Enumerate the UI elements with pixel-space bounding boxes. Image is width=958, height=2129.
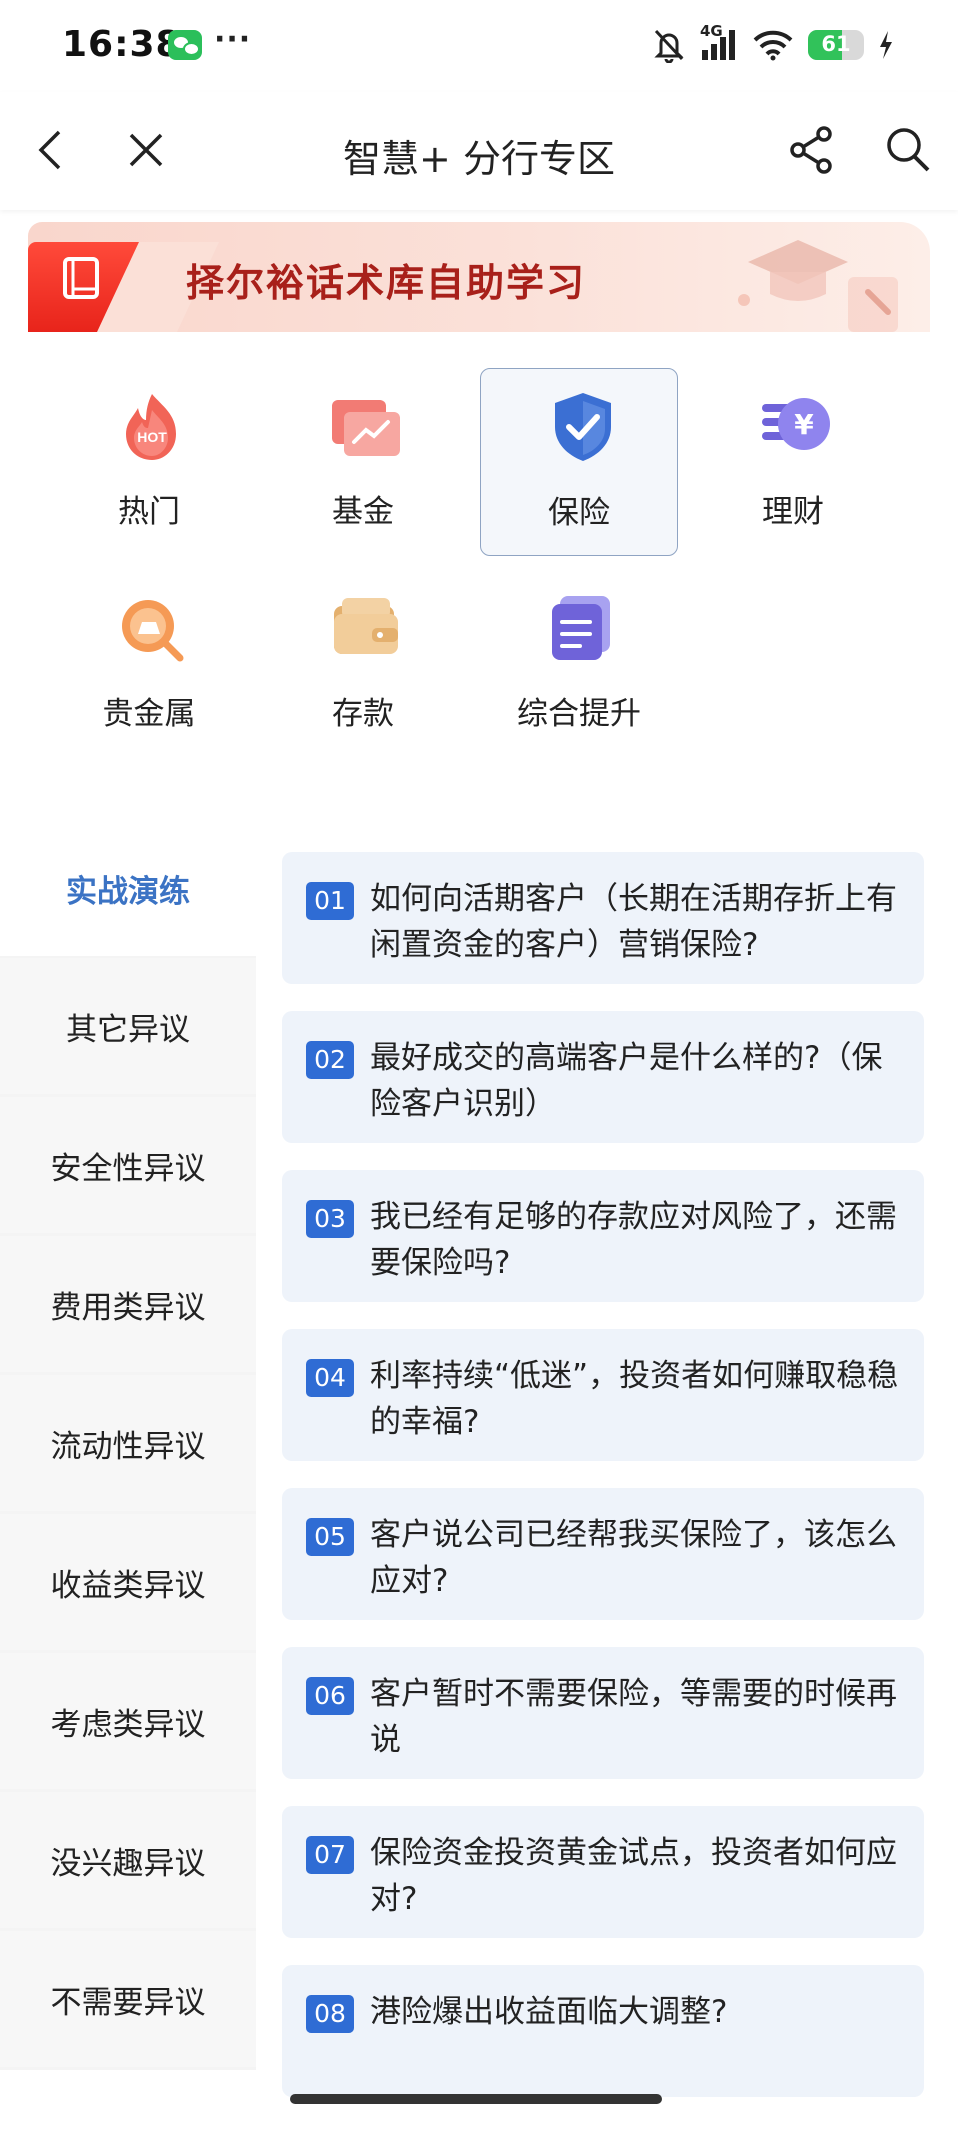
question-text: 客户说公司已经帮我买保险了，该怎么应对? bbox=[370, 1517, 897, 1599]
search-button[interactable] bbox=[880, 122, 936, 178]
battery-icon: 61 bbox=[808, 30, 864, 60]
sidebar-item-no-need[interactable]: 不需要异议 bbox=[0, 1931, 256, 2067]
sidebar-item-no-interest[interactable]: 没兴趣异议 bbox=[0, 1792, 256, 1928]
category-precious-metal[interactable]: 贵金属 bbox=[50, 570, 248, 758]
category-fund[interactable]: 基金 bbox=[264, 368, 462, 556]
hot-fire-icon: HOT bbox=[126, 394, 176, 460]
question-card[interactable]: 08 港险爆出收益面临大调整? bbox=[282, 1965, 924, 2097]
sidebar-item-practice[interactable]: 实战演练 bbox=[0, 820, 256, 956]
document-icon bbox=[552, 596, 610, 660]
question-number-badge: 06 bbox=[306, 1677, 354, 1715]
sidebar-item-return[interactable]: 收益类异议 bbox=[0, 1514, 256, 1650]
question-card[interactable]: 01 如何向活期客户（长期在活期存折上有闲置资金的客户）营销保险? bbox=[282, 852, 924, 984]
question-text: 利率持续“低迷”，投资者如何赚取稳稳的幸福? bbox=[370, 1358, 899, 1440]
sidebar: 实战演练 其它异议 安全性异议 费用类异议 流动性异议 收益类异议 考虑类异议 … bbox=[0, 820, 256, 2070]
sidebar-item-safety[interactable]: 安全性异议 bbox=[0, 1097, 256, 1233]
book-icon bbox=[63, 257, 99, 299]
status-time: 16:38 bbox=[62, 24, 182, 65]
question-card[interactable]: 05 客户说公司已经帮我买保险了，该怎么应对? bbox=[282, 1488, 924, 1620]
category-label: 综合提升 bbox=[517, 696, 641, 732]
banner-title: 择尔裕话术库自助学习 bbox=[186, 261, 587, 305]
question-card[interactable]: 07 保险资金投资黄金试点，投资者如何应对? bbox=[282, 1806, 924, 1938]
question-number-badge: 02 bbox=[306, 1041, 354, 1079]
battery-level: 61 bbox=[821, 32, 851, 56]
question-text: 我已经有足够的存款应对风险了，还需要保险吗? bbox=[370, 1199, 897, 1281]
share-icon bbox=[790, 126, 832, 174]
sidebar-item-other[interactable]: 其它异议 bbox=[0, 958, 256, 1094]
category-label: 存款 bbox=[332, 696, 394, 732]
question-number-badge: 07 bbox=[306, 1836, 354, 1874]
question-card[interactable]: 03 我已经有足够的存款应对风险了，还需要保险吗? bbox=[282, 1170, 924, 1302]
wechat-icon bbox=[168, 30, 202, 60]
sidebar-item-cost[interactable]: 费用类异议 bbox=[0, 1236, 256, 1372]
category-hot[interactable]: HOT 热门 bbox=[50, 368, 248, 556]
sidebar-item-consider[interactable]: 考虑类异议 bbox=[0, 1653, 256, 1789]
shield-check-icon bbox=[555, 393, 611, 461]
yuan-coin-icon: ¥ bbox=[762, 398, 830, 450]
sidebar-item-liquidity[interactable]: 流动性异议 bbox=[0, 1375, 256, 1511]
question-text: 最好成交的高端客户是什么样的?（保险客户识别） bbox=[370, 1040, 883, 1122]
nav-bar: 智慧+ 分行专区 bbox=[0, 92, 958, 210]
question-number-badge: 03 bbox=[306, 1200, 354, 1238]
question-card[interactable]: 06 客户暂时不需要保险，等需要的时候再说 bbox=[282, 1647, 924, 1779]
charging-icon bbox=[880, 31, 892, 59]
category-improvement[interactable]: 综合提升 bbox=[480, 570, 678, 758]
question-number-badge: 01 bbox=[306, 882, 354, 920]
svg-text:HOT: HOT bbox=[137, 429, 167, 445]
category-label: 理财 bbox=[762, 494, 824, 530]
study-banner[interactable]: 择尔裕话术库自助学习 bbox=[28, 222, 930, 332]
category-label: 贵金属 bbox=[102, 696, 196, 732]
category-label: 热门 bbox=[118, 494, 180, 530]
share-button[interactable] bbox=[784, 122, 840, 178]
more-notifications-icon: ··· bbox=[214, 22, 252, 57]
category-label: 基金 bbox=[332, 494, 394, 530]
signal-icon bbox=[702, 30, 735, 60]
question-card[interactable]: 04 利率持续“低迷”，投资者如何赚取稳稳的幸福? bbox=[282, 1329, 924, 1461]
category-insurance[interactable]: 保险 bbox=[480, 368, 678, 556]
gold-bar-icon bbox=[122, 600, 184, 662]
question-text: 如何向活期客户（长期在活期存折上有闲置资金的客户）营销保险? bbox=[370, 881, 897, 963]
category-deposit[interactable]: 存款 bbox=[264, 570, 462, 758]
question-text: 客户暂时不需要保险，等需要的时候再说 bbox=[370, 1676, 897, 1758]
question-text: 港险爆出收益面临大调整? bbox=[370, 1994, 728, 2030]
mute-bell-icon bbox=[654, 29, 684, 63]
svg-text:¥: ¥ bbox=[794, 408, 814, 441]
status-bar: 16:38 ··· 4G 61 bbox=[0, 0, 958, 92]
wifi-icon bbox=[753, 30, 793, 61]
question-text: 保险资金投资黄金试点，投资者如何应对? bbox=[370, 1835, 897, 1917]
fund-chart-icon bbox=[332, 400, 400, 456]
question-card[interactable]: 02 最好成交的高端客户是什么样的?（保险客户识别） bbox=[282, 1011, 924, 1143]
graduation-cap-icon bbox=[738, 240, 898, 332]
home-indicator[interactable] bbox=[290, 2094, 662, 2104]
question-number-badge: 08 bbox=[306, 1995, 354, 2033]
category-wealth[interactable]: ¥ 理财 bbox=[694, 368, 892, 556]
search-icon bbox=[887, 128, 930, 172]
category-label: 保险 bbox=[548, 495, 610, 531]
wallet-icon bbox=[334, 598, 398, 654]
question-number-badge: 04 bbox=[306, 1359, 354, 1397]
status-icons: 61 bbox=[652, 22, 894, 68]
question-number-badge: 05 bbox=[306, 1518, 354, 1556]
